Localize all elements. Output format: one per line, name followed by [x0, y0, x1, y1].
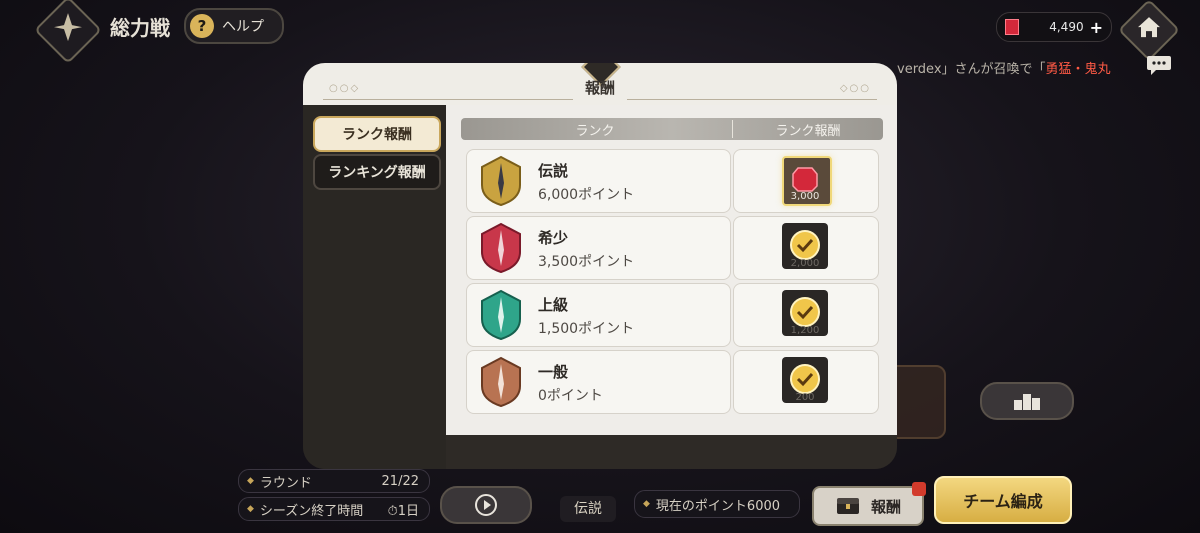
column-header-reward: ランク報酬 [775, 124, 841, 139]
diamond-bullet-icon: ◆ [643, 499, 650, 509]
reward-button[interactable]: 報酬 [812, 482, 926, 526]
current-points: ◆ 現在のポイント6000 [634, 490, 800, 518]
rare-rank-emblem-icon [481, 222, 521, 274]
column-header-rank: ランク [575, 124, 615, 139]
round-info: ◆ ラウンド 21/22 [238, 469, 430, 493]
tab-ranking-rewards[interactable]: ランキング報酬 [313, 154, 441, 190]
help-label: ヘルプ [222, 19, 264, 35]
round-label: ラウンド [259, 475, 312, 491]
rank-name: 伝説 [538, 162, 569, 180]
replay-button[interactable] [440, 486, 532, 524]
current-rank-label: 伝説 [560, 496, 616, 522]
add-gems-button[interactable]: + [1090, 18, 1103, 37]
season-value: ⏱1日 [387, 503, 419, 519]
gem-amount: 4,490 [1049, 20, 1084, 34]
header-ornament-left: ○○◇ [329, 83, 361, 94]
reward-amount: 1,200 [790, 325, 820, 336]
gem-currency-display: 4,490 + [996, 12, 1112, 42]
rank-points: 6,000ポイント [538, 187, 635, 203]
chat-text: verdex」さんが召喚で「 [897, 62, 1046, 77]
rank-points: 1,500ポイント [538, 321, 635, 337]
team-formation-button[interactable]: チーム編成 [934, 476, 1072, 524]
chat-icon[interactable] [1146, 54, 1172, 76]
reward-amount: 3,000 [790, 191, 820, 202]
normal-rank-emblem-icon [481, 356, 521, 408]
round-value: 21/22 [381, 473, 419, 489]
diamond-bullet-icon: ◆ [247, 476, 254, 486]
reward-amount: 2,000 [790, 258, 820, 269]
home-button[interactable] [1117, 0, 1181, 62]
treasure-chest-icon [836, 498, 859, 514]
rank-name: 一般 [538, 363, 569, 381]
legend-rank-emblem-icon [481, 155, 521, 207]
timer-icon: ⏱ [387, 503, 398, 519]
ranking-button[interactable] [980, 382, 1074, 420]
diamond-bullet-icon: ◆ [247, 504, 254, 514]
gem-icon [1005, 19, 1019, 35]
advanced-rank-emblem-icon [481, 289, 521, 341]
season-info: ◆ シーズン終了時間 ⏱1日 [238, 497, 430, 521]
season-label: シーズン終了時間 [259, 503, 364, 519]
replay-icon [475, 494, 497, 516]
help-button[interactable]: ? ヘルプ [184, 8, 284, 44]
help-icon: ? [190, 14, 214, 38]
column-divider [732, 120, 733, 138]
reward-amount: 200 [795, 392, 815, 403]
claimed-check-icon [790, 297, 820, 327]
chat-ticker: verdex」さんが召喚で「勇猛・鬼丸 [897, 58, 1111, 77]
rank-points: 0ポイント [538, 388, 603, 404]
home-icon [1138, 17, 1160, 38]
podium-icon [1014, 394, 1040, 410]
header-divider [627, 99, 877, 100]
modal-footer [446, 435, 897, 469]
rank-name: 上級 [538, 296, 569, 314]
page-title: 総力戦 [110, 16, 170, 40]
tab-rank-rewards[interactable]: ランク報酬 [313, 116, 441, 152]
modal-title: 報酬 [584, 79, 615, 97]
rank-name: 希少 [538, 229, 569, 247]
header-divider [323, 99, 573, 100]
header-ornament-right: ◇○○ [839, 83, 871, 94]
claimed-check-icon [790, 230, 820, 260]
reward-button-label: 報酬 [870, 497, 901, 516]
chat-highlight: 勇猛・鬼丸 [1045, 62, 1111, 77]
rank-points: 3,500ポイント [538, 254, 635, 270]
notification-badge [912, 482, 926, 496]
game-mode-icon[interactable] [34, 0, 102, 64]
claimed-check-icon [790, 364, 820, 394]
